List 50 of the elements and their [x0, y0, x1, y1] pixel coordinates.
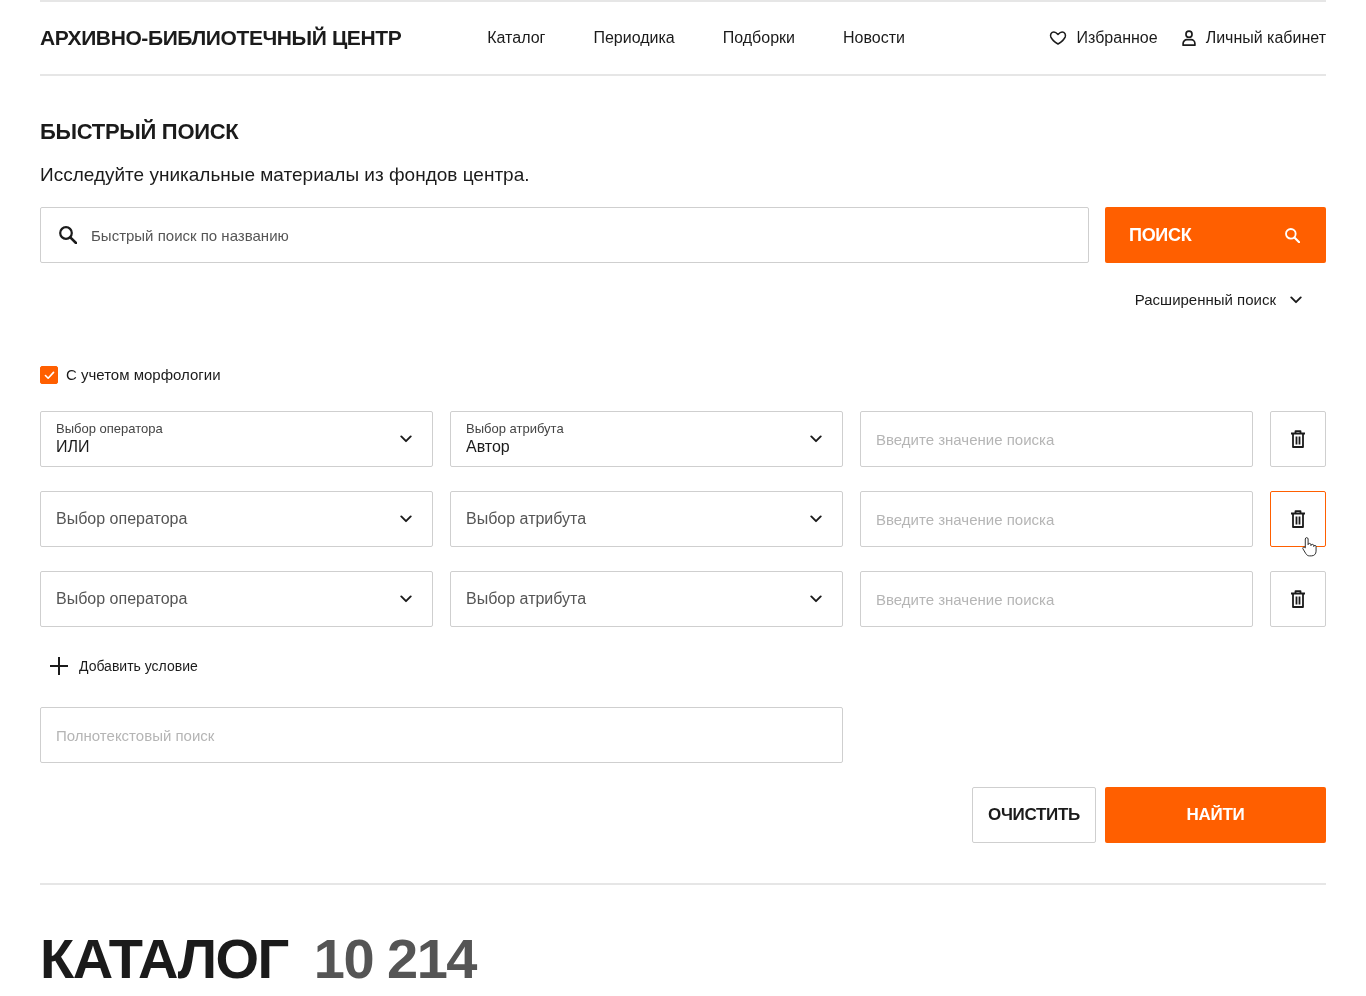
checkmark-icon — [43, 370, 55, 380]
chevron-down-icon — [810, 595, 822, 603]
chevron-down-icon — [400, 515, 412, 523]
select-value: ИЛИ — [56, 437, 90, 457]
chevron-down-icon — [400, 435, 412, 443]
search-icon — [1285, 227, 1300, 243]
heart-icon — [1048, 31, 1067, 45]
morphology-checkbox[interactable] — [40, 366, 58, 384]
select-label: Выбор атрибута — [466, 421, 564, 437]
trash-icon — [1290, 430, 1306, 448]
user-icon — [1181, 30, 1196, 46]
nav-link[interactable]: Каталог — [487, 29, 546, 47]
section-subtitle: Исследуйте уникальные материалы из фондов центра. — [40, 163, 530, 187]
trash-icon — [1290, 510, 1306, 528]
delete-button[interactable] — [1270, 411, 1326, 467]
operator-select[interactable]: Выбор оператора — [40, 571, 433, 627]
search-field[interactable]: Быстрый поиск по названию — [40, 207, 1089, 263]
attribute-select[interactable]: Выбор атрибута — [450, 491, 843, 547]
delete-button[interactable] — [1270, 491, 1326, 547]
operator-select[interactable]: Выбор оператора — [40, 491, 433, 547]
checkbox-label: С учетом морфологии — [66, 366, 221, 384]
attribute-select[interactable]: Выбор атрибута — [450, 571, 843, 627]
search-value-field[interactable]: Введите значение поиска — [860, 491, 1253, 547]
nav-link[interactable]: Периодика — [593, 29, 675, 47]
clear-button[interactable]: ОЧИСТИТЬ — [972, 787, 1096, 843]
attribute-select[interactable]: Выбор атрибута Автор — [450, 411, 843, 467]
catalog-count: 10 214 — [313, 929, 476, 989]
add-condition-button[interactable]: Добавить условие — [40, 656, 198, 676]
trash-icon — [1290, 590, 1306, 608]
chevron-down-icon — [810, 435, 822, 443]
hand-cursor-icon — [1302, 536, 1317, 557]
plus-icon — [50, 657, 68, 675]
favorites-link[interactable]: Избранное — [1048, 29, 1158, 47]
advanced-search-toggle[interactable]: Расширенный поиск — [1134, 288, 1302, 312]
search-value-field[interactable]: Введите значение поиска — [860, 411, 1253, 467]
select-label: Выбор оператора — [56, 421, 163, 437]
nav-link[interactable]: Новости — [843, 29, 905, 47]
nav-link[interactable]: Подборки — [722, 29, 795, 47]
account-link[interactable]: Личный кабинет — [1181, 29, 1326, 47]
catalog-title: КАТАЛОГ — [40, 929, 288, 989]
select-value: Автор — [466, 437, 510, 457]
fulltext-field[interactable]: Полнотекстовый поиск — [40, 707, 843, 763]
delete-button[interactable] — [1270, 571, 1326, 627]
chevron-down-icon — [810, 515, 822, 523]
chevron-down-icon — [1290, 296, 1302, 304]
section-title: БЫСТРЫЙ ПОИСК — [40, 118, 239, 146]
operator-select[interactable]: Выбор оператора ИЛИ — [40, 411, 433, 467]
search-value-field[interactable]: Введите значение поиска — [860, 571, 1253, 627]
chevron-down-icon — [400, 595, 412, 603]
site-logo[interactable]: АРХИВНО-БИБЛИОТЕЧНЫЙ ЦЕНТР — [40, 26, 402, 50]
